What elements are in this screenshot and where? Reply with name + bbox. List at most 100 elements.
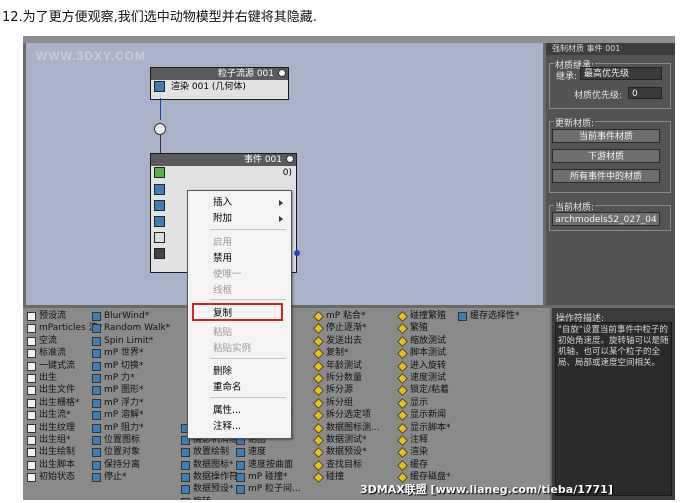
operator-icon — [27, 361, 36, 371]
depot-item[interactable]: 拆分选定项 — [313, 409, 380, 422]
operator-icon — [313, 472, 324, 483]
depot-item[interactable]: 拆分组 — [313, 397, 380, 409]
operator-icon — [313, 397, 324, 409]
operator-icon — [313, 335, 324, 347]
menu-item[interactable]: 删除 — [188, 364, 289, 380]
depot-item[interactable]: 位置图标 — [91, 434, 170, 446]
depot-item[interactable]: Random Walk* — [91, 322, 170, 334]
operator-icon — [181, 485, 190, 495]
depot-item-label: 速度测试 — [410, 372, 447, 383]
depot-item[interactable]: 年龄测试 — [313, 360, 380, 372]
depot-item[interactable]: 拆分数量 — [313, 372, 380, 384]
depot-item-label: 碰撞 — [326, 472, 345, 483]
menu-item[interactable]: 注释... — [188, 419, 289, 435]
depot-item[interactable]: 查找目标 — [313, 459, 380, 471]
depot-item-label: 初始状态 — [39, 472, 76, 483]
light-icon[interactable] — [286, 155, 294, 163]
operator-icon — [236, 485, 245, 495]
menu-item-label: 插入 — [213, 197, 233, 208]
depot-item[interactable]: 速度测试 — [397, 372, 451, 384]
depot-item[interactable]: 缓存选择性* — [457, 310, 520, 322]
menu-item[interactable]: 重命名 — [188, 380, 289, 396]
depot-item-label: 注释 — [410, 434, 429, 445]
operator-icon — [27, 448, 36, 458]
menu-item[interactable]: 插入 — [188, 195, 289, 211]
depot-item[interactable]: 显示新闻 — [397, 409, 451, 422]
depot-item-label: 旋转 — [193, 497, 211, 500]
depot-item[interactable]: 位置对象 — [91, 446, 170, 458]
operator-icon — [397, 360, 408, 372]
depot-item[interactable]: 旋转 — [180, 496, 256, 500]
depot-item[interactable]: 速度 — [235, 446, 301, 458]
depot-item[interactable]: mP 粒子间... — [235, 483, 301, 495]
operator-icon — [313, 459, 324, 471]
highlight-box — [192, 303, 283, 321]
speed-operator-icon — [154, 200, 165, 211]
operator-icon — [397, 323, 408, 335]
menu-item[interactable]: 禁用 — [188, 251, 289, 267]
depot-item[interactable]: 繁殖 — [397, 322, 451, 335]
menu-item[interactable]: 附加 — [188, 211, 289, 227]
depot-item[interactable]: 缓存 — [397, 459, 451, 471]
depot-item[interactable]: 发送出去 — [313, 335, 380, 347]
operator-icon — [27, 386, 36, 396]
depot-item[interactable]: mP 粘合* — [313, 310, 380, 322]
operator-icon — [313, 348, 324, 360]
depot-item[interactable]: mP 碰撞* — [235, 471, 301, 483]
depot-item[interactable]: mP 溶解* — [91, 409, 170, 421]
current-event-material-button[interactable]: 当前事件材质 — [552, 129, 660, 143]
depot-item[interactable]: 数据图标测... — [313, 422, 380, 434]
menu-item-label: 粘贴 — [213, 327, 233, 338]
current-material-button[interactable]: archmodels52_027_04 — [552, 212, 660, 226]
operator-icon — [92, 448, 101, 458]
depot-item-label: 标准流 — [39, 348, 67, 359]
operator-icon — [92, 460, 101, 470]
light-icon[interactable] — [278, 69, 286, 77]
depot-item[interactable]: 缩放测试 — [397, 335, 451, 347]
depot-item[interactable]: 渲染 — [397, 446, 451, 459]
depot-item[interactable]: 注释 — [397, 434, 451, 446]
particle-source-node[interactable]: 粒子流源 001 渲染 001 (几何体) — [150, 67, 289, 100]
event-output-socket[interactable] — [294, 250, 300, 256]
depot-item[interactable]: 进入旋转 — [397, 360, 451, 372]
depot-item-label: 发送出去 — [326, 335, 363, 346]
depot-item[interactable]: 脚本测试 — [397, 347, 451, 360]
menu-item-label: 启用 — [213, 237, 233, 248]
depot-item[interactable]: 停止* — [91, 471, 170, 483]
depot-item[interactable]: 锁定/粘着 — [397, 384, 451, 397]
depot-item[interactable]: 速度按曲面 — [235, 459, 301, 471]
downstream-material-button[interactable]: 下游材质 — [552, 149, 660, 163]
depot-item-label: 拆分数量 — [326, 372, 363, 383]
depot-column: 缓存选择性* — [457, 310, 520, 322]
depot-item[interactable]: 停止逐渐* — [313, 322, 380, 335]
depot-item[interactable]: BlurWind* — [91, 310, 170, 322]
depot-item[interactable]: 显示脚本* — [397, 422, 451, 434]
depot-item[interactable]: 保持分离 — [91, 459, 170, 471]
menu-item[interactable]: 属性... — [188, 403, 289, 419]
operator-icon — [181, 497, 190, 500]
all-events-material-button[interactable]: 所有事件中的材质 — [552, 169, 660, 183]
operator-icon — [397, 385, 408, 397]
depot-item[interactable]: 数据预设* — [313, 446, 380, 459]
menu-item-label: 注释... — [213, 421, 242, 432]
depot-item[interactable]: mP 切换* — [91, 360, 170, 372]
depot-item[interactable]: mP 浮力* — [91, 397, 170, 409]
depot-item[interactable]: 显示 — [397, 397, 451, 409]
depot-item-label: 空流 — [39, 335, 58, 346]
depot-item[interactable]: 拆分源 — [313, 384, 380, 397]
operator-icon — [181, 448, 190, 458]
depot-item[interactable]: mP 阻力* — [91, 422, 170, 434]
depot-item-label: 显示 — [410, 397, 429, 408]
menu-bar[interactable] — [23, 36, 675, 43]
depot-item[interactable]: mP 图形* — [91, 384, 170, 396]
operator-icon — [313, 373, 324, 384]
depot-item[interactable]: 数据测试* — [313, 434, 380, 446]
depot-item[interactable]: Spin Limit* — [91, 335, 170, 347]
depot-item[interactable]: mP 力* — [91, 372, 170, 384]
depot-item[interactable]: mP 世界* — [91, 347, 170, 359]
depot-item[interactable]: 碰撞繁殖 — [397, 310, 451, 322]
priority-spinner[interactable]: 0 — [628, 87, 662, 99]
operator-icon — [92, 349, 101, 359]
depot-item[interactable]: 复制* — [313, 347, 380, 360]
inherit-dropdown[interactable]: 最高优先级 — [580, 67, 662, 80]
